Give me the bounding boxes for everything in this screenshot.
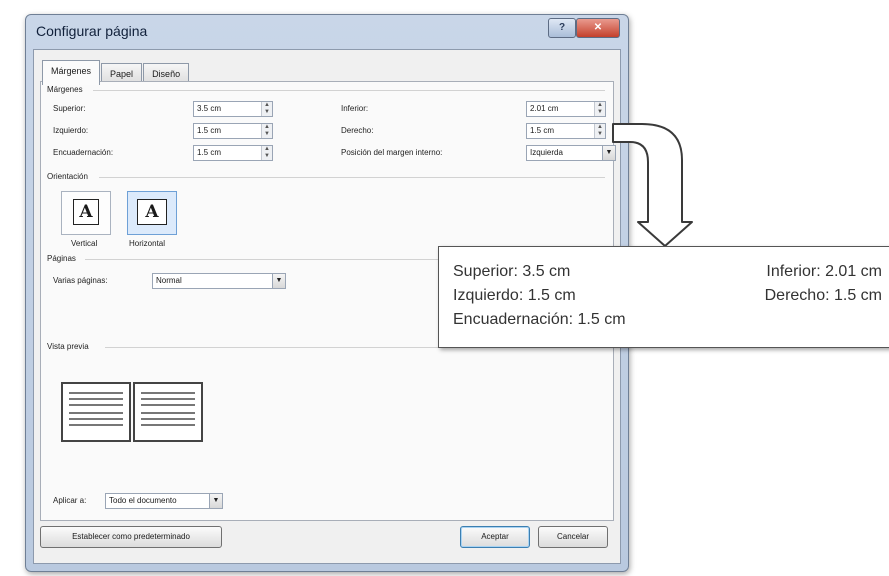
callout-top-margin: Superior: 3.5 cm: [453, 263, 571, 280]
callout-gutter: Encuadernación: 1.5 cm: [453, 311, 626, 328]
callout-bottom-margin: Inferior: 2.01 cm: [766, 263, 882, 280]
margin-summary-callout: Superior: 3.5 cm Inferior: 2.01 cm Izqui…: [438, 246, 889, 348]
callout-right-margin: Derecho: 1.5 cm: [764, 287, 882, 304]
callout-left-margin: Izquierdo: 1.5 cm: [453, 287, 576, 304]
tab-margins[interactable]: Márgenes: [42, 60, 101, 85]
